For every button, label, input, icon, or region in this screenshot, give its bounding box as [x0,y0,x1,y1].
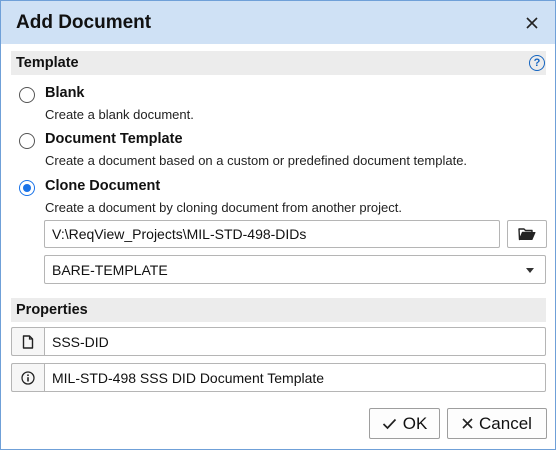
option-blank-label: Blank [45,85,85,101]
option-clone-document-description: Create a document by cloning document fr… [45,200,402,215]
dialog-title: Add Document [16,12,152,33]
document-name-icon-box [11,363,44,392]
radio-blank[interactable] [19,87,35,103]
radio-document-template[interactable] [19,133,35,149]
folder-open-icon [518,228,536,241]
option-blank-description: Create a blank document. [45,107,194,122]
dialog-titlebar: Add Document [1,1,555,44]
properties-section-title: Properties [16,302,88,318]
option-document-template-label: Document Template [45,131,183,147]
chevron-down-icon [526,268,534,273]
check-icon [382,418,396,429]
option-document-template-description: Create a document based on a custom or p… [45,153,468,168]
help-icon[interactable]: ? [529,55,545,71]
document-name-input[interactable]: MIL-STD-498 SSS DID Document Template [44,363,546,392]
add-document-dialog: Add Document Template ? Blank Create a b… [0,0,556,450]
ok-button[interactable]: OK [369,408,440,439]
source-document-value: BARE-TEMPLATE [52,262,168,278]
info-icon [21,370,35,385]
template-section-title: Template [16,55,79,71]
template-section-header: Template ? [11,51,546,75]
document-id-input[interactable]: SSS-DID [44,327,546,356]
project-path-input[interactable]: V:\ReqView_Projects\MIL-STD-498-DIDs [44,220,500,248]
radio-clone-document[interactable] [19,180,35,196]
cancel-label: Cancel [479,413,532,433]
document-id-icon-box [11,327,44,356]
properties-section-header: Properties [11,298,546,322]
cancel-button[interactable]: Cancel [447,408,547,439]
ok-label: OK [402,413,428,433]
source-document-select[interactable]: BARE-TEMPLATE [44,255,546,284]
option-clone-document-label: Clone Document [45,178,161,194]
document-icon [22,334,34,349]
close-icon [526,17,538,29]
browse-folder-button[interactable] [507,220,547,248]
close-button[interactable] [519,11,545,35]
close-icon [462,418,473,429]
